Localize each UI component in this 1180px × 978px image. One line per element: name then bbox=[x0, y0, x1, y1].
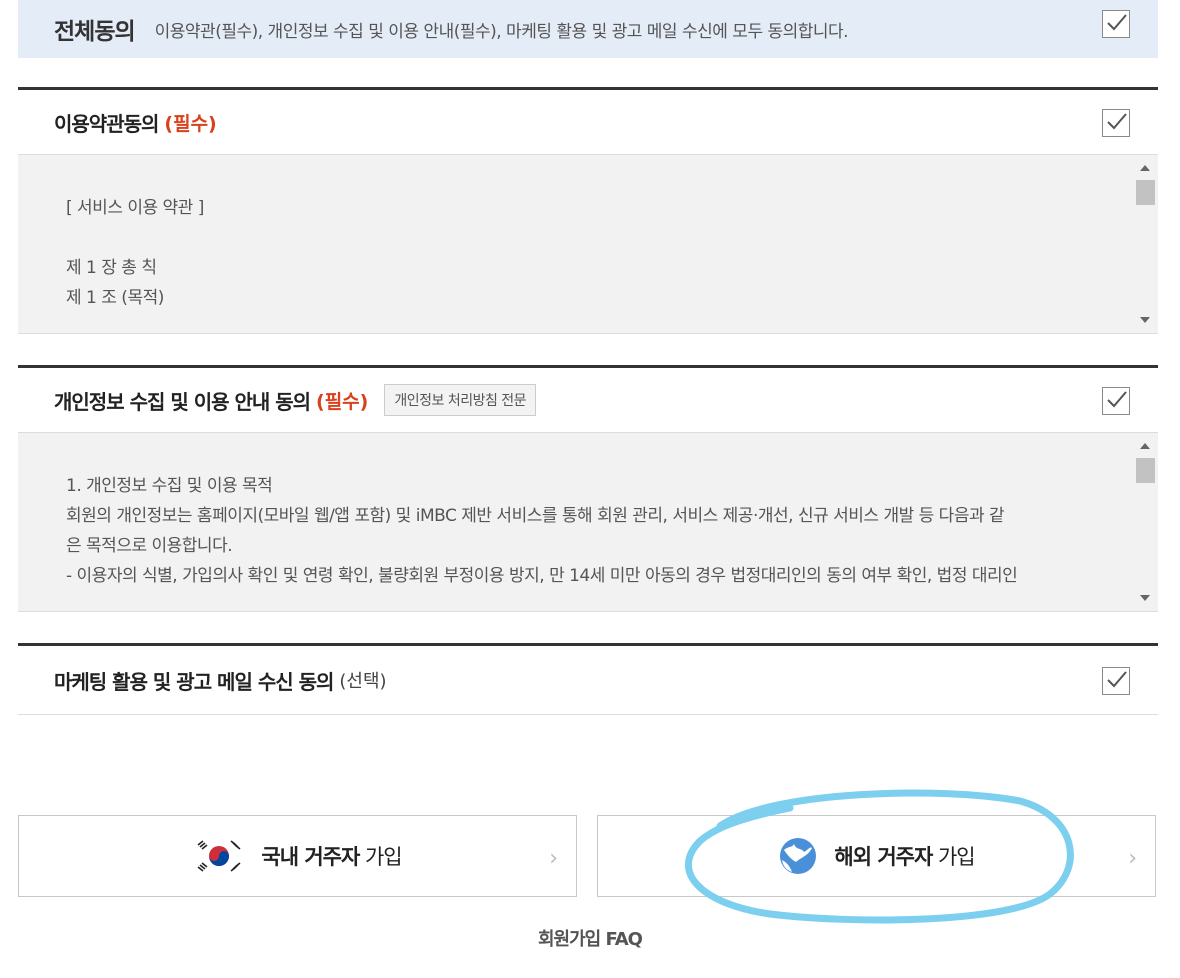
korea-flag-icon bbox=[197, 840, 241, 872]
all-agree-title: 전체동의 bbox=[54, 19, 136, 45]
terms-line: 제 1 조 (목적) bbox=[66, 288, 164, 308]
domestic-join-label: 국내 거주자 가입 bbox=[261, 845, 402, 869]
marketing-header: 마케팅 활용 및 광고 메일 수신 동의 (선택) bbox=[18, 643, 1158, 715]
chevron-right-icon: › bbox=[549, 846, 558, 871]
privacy-text: 1. 개인정보 수집 및 이용 목적 회원의 개인정보는 홈페이지(모바일 웹/… bbox=[66, 471, 1106, 591]
marketing-optional-label: (선택) bbox=[339, 671, 387, 692]
privacy-section: 개인정보 수집 및 이용 안내 동의 (필수) 개인정보 처리방침 전문 1. … bbox=[18, 365, 1158, 612]
scroll-down-arrow-icon[interactable] bbox=[1140, 595, 1150, 601]
terms-scrollbar[interactable] bbox=[1132, 155, 1158, 333]
signup-faq-link[interactable]: 회원가입 FAQ bbox=[0, 925, 1180, 951]
check-icon bbox=[1107, 391, 1127, 408]
scroll-up-arrow-icon[interactable] bbox=[1140, 165, 1150, 171]
check-icon bbox=[1107, 113, 1127, 130]
terms-title: 이용약관동의 bbox=[54, 111, 159, 136]
terms-content-box[interactable]: [ 서비스 이용 약관 ] 제 1 장 총 칙 제 1 조 (목적) bbox=[18, 155, 1158, 334]
privacy-header: 개인정보 수집 및 이용 안내 동의 (필수) 개인정보 처리방침 전문 bbox=[18, 365, 1158, 433]
globe-icon bbox=[780, 838, 817, 874]
privacy-line: - 이용자의 식별, 가입의사 확인 및 연령 확인, 불량회원 부정이용 방지… bbox=[66, 566, 1018, 586]
privacy-line: 1. 개인정보 수집 및 이용 목적 bbox=[66, 476, 273, 496]
privacy-title: 개인정보 수집 및 이용 안내 동의 bbox=[54, 389, 311, 414]
privacy-line: 은 목적으로 이용합니다. bbox=[66, 536, 233, 556]
privacy-content-box[interactable]: 1. 개인정보 수집 및 이용 목적 회원의 개인정보는 홈페이지(모바일 웹/… bbox=[18, 433, 1158, 612]
terms-checkbox[interactable] bbox=[1102, 109, 1130, 137]
domestic-join-button[interactable]: 국내 거주자 가입 › bbox=[18, 815, 577, 897]
overseas-join-label: 해외 거주자 가입 bbox=[834, 845, 975, 869]
marketing-section: 마케팅 활용 및 광고 메일 수신 동의 (선택) bbox=[18, 643, 1158, 715]
check-icon bbox=[1107, 671, 1127, 688]
terms-text: [ 서비스 이용 약관 ] 제 1 장 총 칙 제 1 조 (목적) bbox=[66, 193, 1106, 313]
scroll-down-arrow-icon[interactable] bbox=[1140, 317, 1150, 323]
privacy-scrollbar[interactable] bbox=[1132, 433, 1158, 611]
terms-line: 제 1 장 총 칙 bbox=[66, 258, 157, 278]
privacy-line: 회원의 개인정보는 홈페이지(모바일 웹/앱 포함) 및 iMBC 제반 서비스… bbox=[66, 506, 1005, 526]
terms-line: [ 서비스 이용 약관 ] bbox=[66, 198, 204, 218]
chevron-right-icon: › bbox=[1128, 846, 1137, 871]
marketing-title: 마케팅 활용 및 광고 메일 수신 동의 bbox=[54, 669, 334, 694]
terms-line bbox=[66, 223, 1106, 253]
marketing-checkbox[interactable] bbox=[1102, 667, 1130, 695]
terms-section: 이용약관동의 (필수) [ 서비스 이용 약관 ] 제 1 장 총 칙 제 1 … bbox=[18, 87, 1158, 334]
scroll-thumb[interactable] bbox=[1136, 458, 1155, 483]
all-agree-checkbox[interactable] bbox=[1102, 10, 1130, 38]
scroll-up-arrow-icon[interactable] bbox=[1140, 443, 1150, 449]
overseas-join-button[interactable]: 해외 거주자 가입 › bbox=[597, 815, 1156, 897]
privacy-required-label: (필수) bbox=[316, 390, 369, 413]
scroll-thumb[interactable] bbox=[1136, 180, 1155, 205]
terms-required-label: (필수) bbox=[164, 112, 217, 135]
all-agree-description: 이용약관(필수), 개인정보 수집 및 이용 안내(필수), 마케팅 활용 및 … bbox=[154, 21, 849, 42]
terms-header: 이용약관동의 (필수) bbox=[18, 87, 1158, 155]
check-icon bbox=[1107, 14, 1127, 31]
privacy-checkbox[interactable] bbox=[1102, 387, 1130, 415]
privacy-policy-button[interactable]: 개인정보 처리방침 전문 bbox=[384, 384, 537, 416]
all-agree-row[interactable]: 전체동의 이용약관(필수), 개인정보 수집 및 이용 안내(필수), 마케팅 … bbox=[18, 0, 1158, 58]
